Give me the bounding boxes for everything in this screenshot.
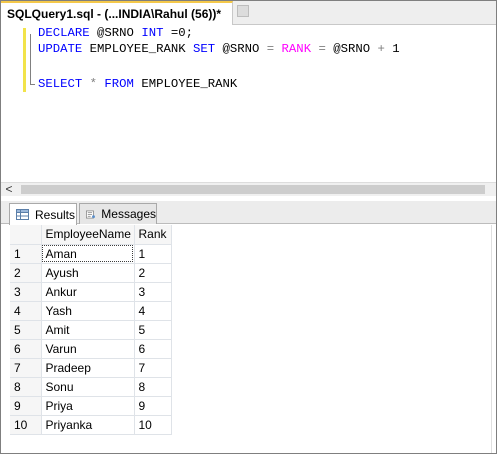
results-grid: EmployeeName Rank 1 Aman 1 2 Ayush 2 3 Ankur 3… (10, 225, 172, 435)
keyword-select: SELECT (38, 77, 83, 91)
table-row: 5 Amit 5 (10, 320, 172, 340)
outline-fold-line (30, 34, 31, 84)
operator-star: * (82, 77, 105, 91)
document-tab-strip: SQLQuery1.sql - (...INDIA\Rahul (56))* (1, 1, 496, 25)
row-number[interactable]: 3 (10, 282, 42, 302)
cell-employeename[interactable]: Amit (41, 320, 135, 340)
table-row: 7 Pradeep 7 (10, 358, 172, 378)
table-name: EMPLOYEE_RANK (82, 42, 193, 56)
grid-right-border (491, 225, 492, 453)
cell-employeename[interactable]: Pradeep (41, 358, 135, 378)
cell-employeename[interactable]: Ayush (41, 263, 135, 283)
code-line-4: SELECT * FROM EMPLOYEE_RANK (38, 77, 237, 91)
cell-rank[interactable]: 5 (134, 320, 172, 340)
query-document-tab[interactable]: SQLQuery1.sql - (...INDIA\Rahul (56))* (1, 1, 233, 25)
scrollbar-thumb[interactable] (21, 185, 485, 194)
row-number[interactable]: 2 (10, 263, 42, 283)
table-row: 9 Priya 9 (10, 396, 172, 416)
cell-employeename[interactable]: Priyanka (41, 415, 135, 435)
cell-rank[interactable]: 9 (134, 396, 172, 416)
row-number[interactable]: 10 (10, 415, 42, 435)
results-tab-bar: Results Messages (1, 201, 496, 225)
column-header-rank[interactable]: Rank (134, 225, 172, 245)
table-row: 4 Yash 4 (10, 301, 172, 321)
table-row: 2 Ayush 2 (10, 263, 172, 283)
grid-icon (16, 209, 29, 220)
keyword-update: UPDATE (38, 42, 83, 56)
table-row: 3 Ankur 3 (10, 282, 172, 302)
editor-horizontal-scrollbar[interactable]: < (1, 182, 496, 196)
column-header-employeename[interactable]: EmployeeName (41, 225, 135, 245)
table-row: 8 Sonu 8 (10, 377, 172, 397)
row-number-header[interactable] (10, 225, 42, 245)
keyword-int: INT (141, 26, 164, 40)
close-tab-icon[interactable] (237, 5, 249, 17)
variable-srno: @SRNO (89, 26, 142, 40)
cell-rank[interactable]: 10 (134, 415, 172, 435)
function-rank: RANK (274, 42, 319, 56)
table-name: EMPLOYEE_RANK (133, 77, 238, 91)
literal-one: 1 (384, 42, 400, 56)
scroll-left-icon[interactable]: < (3, 182, 15, 196)
operator-plus: + (377, 42, 385, 56)
assignment-zero: =0; (163, 26, 193, 40)
tab-results-label: Results (35, 207, 76, 222)
row-number[interactable]: 7 (10, 358, 42, 378)
grid-header-row: EmployeeName Rank (10, 225, 172, 245)
cell-employeename[interactable]: Yash (41, 301, 135, 321)
row-number[interactable]: 6 (10, 339, 42, 359)
changed-lines-marker (23, 28, 26, 92)
cell-employeename[interactable]: Sonu (41, 377, 135, 397)
keyword-set: SET (192, 42, 216, 56)
sql-editor[interactable]: DECLARE @SRNO INT =0; UPDATE EMPLOYEE_RA… (1, 26, 496, 184)
row-number[interactable]: 5 (10, 320, 42, 340)
messages-icon (86, 210, 95, 218)
variable-srno: @SRNO (215, 42, 267, 56)
variable-srno: @SRNO (325, 42, 378, 56)
ssms-query-window: SQLQuery1.sql - (...INDIA\Rahul (56))* D… (0, 0, 497, 454)
code-line-1: DECLARE @SRNO INT =0; (38, 26, 193, 40)
row-number[interactable]: 8 (10, 377, 42, 397)
results-grid-area: EmployeeName Rank 1 Aman 1 2 Ayush 2 3 Ankur 3… (1, 225, 496, 453)
cell-rank[interactable]: 4 (134, 301, 172, 321)
cell-rank[interactable]: 7 (134, 358, 172, 378)
cell-employeename[interactable]: Aman (41, 244, 135, 264)
cell-rank[interactable]: 1 (134, 244, 172, 264)
keyword-from: FROM (104, 77, 134, 91)
cell-rank[interactable]: 6 (134, 339, 172, 359)
cell-employeename[interactable]: Varun (41, 339, 135, 359)
tab-results[interactable]: Results (9, 203, 77, 225)
row-number[interactable]: 1 (10, 244, 42, 264)
cell-employeename[interactable]: Ankur (41, 282, 135, 302)
tab-messages[interactable]: Messages (79, 203, 157, 224)
table-row: 1 Aman 1 (10, 244, 172, 264)
cell-employeename[interactable]: Priya (41, 396, 135, 416)
row-number[interactable]: 4 (10, 301, 42, 321)
cell-rank[interactable]: 8 (134, 377, 172, 397)
query-tab-title: SQLQuery1.sql - (...INDIA\Rahul (56))* (7, 7, 222, 21)
keyword-declare: DECLARE (38, 26, 90, 40)
tab-messages-label: Messages (101, 207, 156, 221)
cell-rank[interactable]: 3 (134, 282, 172, 302)
outline-fold-end (30, 84, 35, 85)
row-number[interactable]: 9 (10, 396, 42, 416)
table-row: 6 Varun 6 (10, 339, 172, 359)
table-row: 10 Priyanka 10 (10, 415, 172, 435)
cell-rank[interactable]: 2 (134, 263, 172, 283)
code-line-2: UPDATE EMPLOYEE_RANK SET @SRNO = RANK = … (38, 42, 400, 56)
operator-equals: = (318, 42, 326, 56)
